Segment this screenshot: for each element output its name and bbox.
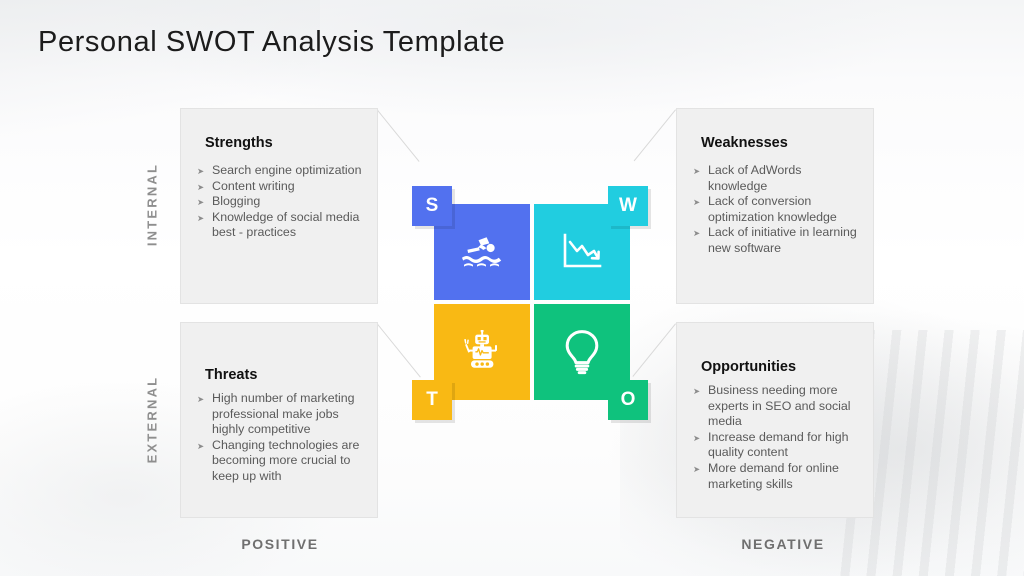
- panel-weaknesses[interactable]: Weaknesses Lack of AdWords knowledge Lac…: [676, 108, 874, 304]
- list-item: Knowledge of social media best - practic…: [197, 210, 365, 241]
- axis-label-external: EXTERNAL: [144, 375, 160, 464]
- connector-strengths: [377, 110, 420, 162]
- axis-label-positive: POSITIVE: [241, 536, 319, 552]
- bullet-list-weaknesses: Lack of AdWords knowledge Lack of conver…: [689, 163, 861, 257]
- list-item: Lack of conversion optimization knowledg…: [693, 194, 861, 225]
- lightbulb-icon: [562, 329, 602, 375]
- list-item: Blogging: [197, 194, 365, 210]
- panel-title-opportunities: Opportunities: [701, 359, 797, 375]
- list-item: Search engine optimization: [197, 163, 365, 179]
- list-item: Content writing: [197, 179, 365, 195]
- badge-weaknesses[interactable]: W: [608, 186, 648, 226]
- list-item: Lack of AdWords knowledge: [693, 163, 861, 194]
- panel-strengths[interactable]: Strengths Search engine optimization Con…: [180, 108, 378, 304]
- list-item: More demand for online marketing skills: [693, 461, 861, 492]
- connector-weaknesses: [633, 109, 676, 162]
- badge-threats[interactable]: T: [412, 380, 452, 420]
- list-item: High number of marketing professional ma…: [197, 391, 365, 438]
- robot-icon: [461, 330, 503, 374]
- badge-opportunities[interactable]: O: [608, 380, 648, 420]
- axis-label-negative: NEGATIVE: [741, 536, 825, 552]
- bullet-list-threats: High number of marketing professional ma…: [193, 391, 365, 485]
- list-item: Changing technologies are becoming more …: [197, 438, 365, 485]
- connector-opportunities: [632, 323, 676, 377]
- swimmer-icon: [459, 235, 505, 269]
- page-title: Personal SWOT Analysis Template: [38, 26, 506, 58]
- panel-threats[interactable]: Threats High number of marketing profess…: [180, 322, 378, 518]
- list-item: Increase demand for high quality content: [693, 430, 861, 461]
- badge-strengths[interactable]: S: [412, 186, 452, 226]
- panel-title-weaknesses: Weaknesses: [701, 135, 788, 151]
- panel-title-threats: Threats: [205, 367, 258, 383]
- declining-chart-icon: [561, 233, 603, 271]
- list-item: Lack of initiative in learning new softw…: [693, 225, 861, 256]
- connector-threats: [377, 324, 421, 378]
- swot-slide: Personal SWOT Analysis Template INTERNAL…: [0, 0, 1024, 576]
- axis-label-internal: INTERNAL: [144, 162, 160, 247]
- bullet-list-opportunities: Business needing more experts in SEO and…: [689, 383, 861, 492]
- panel-opportunities[interactable]: Opportunities Business needing more expe…: [676, 322, 874, 518]
- panel-title-strengths: Strengths: [205, 135, 273, 151]
- list-item: Business needing more experts in SEO and…: [693, 383, 861, 430]
- bullet-list-strengths: Search engine optimization Content writi…: [193, 163, 365, 241]
